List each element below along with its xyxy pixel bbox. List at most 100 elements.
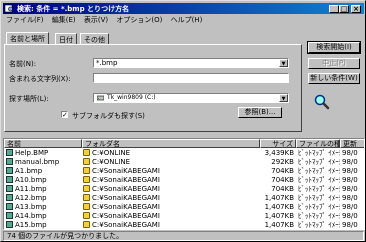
menu-file[interactable]: ファイル(F) xyxy=(3,14,47,25)
file-name: Help.BMP xyxy=(15,149,49,157)
drive-icon xyxy=(97,95,104,101)
cell-folder: C:¥SonaiKABEGAMI xyxy=(83,221,258,229)
subfolder-checkbox[interactable]: ✓ xyxy=(61,111,68,119)
cell-folder: C:¥SonaiKABEGAMI xyxy=(83,212,258,221)
text-label: 含まれる文字列(X): xyxy=(9,75,71,83)
table-row[interactable]: Help.BMP C:¥ONLINE 3,439KB ﾋﾞｯﾄﾏｯﾌﾟ ｲﾒｰｼﾞ98… xyxy=(4,149,364,158)
location-value: Tk_win9809 (C:) xyxy=(107,94,156,101)
cell-date: 98/0 xyxy=(342,167,358,175)
folder-name: C:¥ONLINE xyxy=(92,149,131,157)
cell-size: 704KB xyxy=(271,167,294,175)
name-input[interactable] xyxy=(94,59,290,67)
cell-date: 98/0 xyxy=(342,185,358,193)
bitmap-file-icon xyxy=(6,194,13,201)
menu-edit[interactable]: 編集(E) xyxy=(49,14,79,25)
cell-size: 1,407KB xyxy=(264,194,294,202)
tab-panel: 名前(N): ▼ 含まれる文字列(X): 探す場所(L): Tk_win9809… xyxy=(4,44,302,132)
table-row[interactable]: A13.bmp C:¥SonaiKABEGAMI 1,407KB ﾋﾞｯﾄﾏｯﾌﾟ ｲ… xyxy=(4,203,364,212)
bitmap-file-icon xyxy=(6,185,13,192)
status-bar: 74 個のファイルが見つかりました。 xyxy=(3,231,364,241)
column-header-type[interactable]: ファイルの種類 xyxy=(296,139,340,148)
close-button[interactable]: × xyxy=(351,5,361,13)
cell-type: ﾋﾞｯﾄﾏｯﾌﾟ ｲﾒｰｼﾞ xyxy=(298,149,340,157)
cell-type: ﾋﾞｯﾄﾏｯﾌﾟ ｲﾒｰｼﾞ xyxy=(298,221,340,229)
cell-name: A12.bmp xyxy=(6,194,80,203)
tab-date[interactable]: 日付 xyxy=(55,33,77,44)
table-row[interactable]: A14.bmp C:¥SonaiKABEGAMI 1,407KB ﾋﾞｯﾄﾏｯﾌﾟ ｲ… xyxy=(4,212,364,221)
cell-folder: C:¥SonaiKABEGAMI xyxy=(83,167,258,176)
folder-name: C:¥SonaiKABEGAMI xyxy=(92,203,160,211)
menu-help[interactable]: ヘルプ(H) xyxy=(168,14,206,25)
text-field[interactable] xyxy=(93,73,290,83)
folder-icon xyxy=(83,203,90,210)
window-title: 検索: 条件 = *.bmp とりつけ方名 xyxy=(17,5,130,13)
cell-type: ﾋﾞｯﾄﾏｯﾌﾟ ｲﾒｰｼﾞ xyxy=(298,185,340,193)
cell-size: 292KB xyxy=(271,158,294,166)
cell-name: A11.bmp xyxy=(6,185,80,194)
file-name: A10.bmp xyxy=(15,176,47,184)
folder-name: C:¥ONLINE xyxy=(92,158,131,166)
cell-size: 1,407KB xyxy=(264,203,294,211)
cell-name: A14.bmp xyxy=(6,212,80,221)
table-row[interactable]: A11.bmp C:¥SonaiKABEGAMI 704KB ﾋﾞｯﾄﾏｯﾌﾟ ｲﾒｰ… xyxy=(4,185,364,194)
column-header-folder[interactable]: フォルダ名 xyxy=(82,139,260,148)
minimize-button[interactable]: _ xyxy=(329,5,339,13)
menu-options[interactable]: オプション(O) xyxy=(113,14,165,25)
cell-type: ﾋﾞｯﾄﾏｯﾌﾟ ｲﾒｰｼﾞ xyxy=(298,176,340,184)
menu-bar: ファイル(F) 編集(E) 表示(V) オプション(O) ヘルプ(H) xyxy=(3,14,364,25)
cell-type: ﾋﾞｯﾄﾏｯﾌﾟ ｲﾒｰｼﾞ xyxy=(298,194,340,202)
cell-name: manual.bmp xyxy=(6,158,80,167)
chevron-down-icon[interactable]: ▼ xyxy=(279,94,288,102)
cell-date: 98/0 xyxy=(342,149,358,157)
maximize-button[interactable]: □ xyxy=(339,5,349,13)
folder-icon xyxy=(83,212,90,219)
subfolder-label: サブフォルダも探す(S) xyxy=(72,112,145,120)
file-name: A14.bmp xyxy=(15,212,47,220)
folder-name: C:¥SonaiKABEGAMI xyxy=(92,167,160,175)
table-row[interactable]: A10.bmp C:¥SonaiKABEGAMI 704KB ﾋﾞｯﾄﾏｯﾌﾟ ｲﾒｰ… xyxy=(4,176,364,185)
file-name: A15.bmp xyxy=(15,221,47,229)
cell-type: ﾋﾞｯﾄﾏｯﾌﾟ ｲﾒｰｼﾞ xyxy=(298,158,340,166)
folder-icon xyxy=(83,167,90,174)
table-row[interactable]: A1.bmp C:¥SonaiKABEGAMI 704KB ﾋﾞｯﾄﾏｯﾌﾟ ｲﾒｰｼ… xyxy=(4,167,364,176)
text-input[interactable] xyxy=(94,74,290,82)
cell-type: ﾋﾞｯﾄﾏｯﾌﾟ ｲﾒｰｼﾞ xyxy=(298,203,340,211)
folder-icon xyxy=(83,176,90,183)
new-search-button[interactable]: 新しい条件(W) xyxy=(308,73,360,84)
file-name: manual.bmp xyxy=(15,158,60,166)
cell-date: 98/0 xyxy=(342,203,358,211)
bitmap-file-icon xyxy=(6,212,13,219)
cell-size: 704KB xyxy=(271,176,294,184)
folder-name: C:¥SonaiKABEGAMI xyxy=(92,176,160,184)
location-combobox[interactable]: Tk_win9809 (C:) ▼ xyxy=(93,93,289,103)
title-bar[interactable]: 検索: 条件 = *.bmp とりつけ方名 _ □ × xyxy=(3,3,364,14)
column-header-date[interactable]: 更新 xyxy=(340,139,364,148)
cell-date: 98/0 xyxy=(342,212,358,220)
cell-folder: C:¥ONLINE xyxy=(83,149,258,158)
cell-size: 3,439KB xyxy=(264,149,294,157)
magnifier-icon xyxy=(314,94,330,110)
results-list[interactable]: 名前 フォルダ名 サイズ ファイルの種類 更新 Help.BMP C:¥ONLIN… xyxy=(3,138,365,230)
stop-button[interactable]: 中止(P) xyxy=(308,58,360,69)
tab-other[interactable]: その他 xyxy=(80,33,109,44)
table-row[interactable]: manual.bmp C:¥ONLINE 292KB ﾋﾞｯﾄﾏｯﾌﾟ ｲﾒｰｼﾞ98… xyxy=(4,158,364,167)
find-window: 検索: 条件 = *.bmp とりつけ方名 _ □ × ファイル(F) 編集(E… xyxy=(0,0,366,242)
bitmap-file-icon xyxy=(6,158,13,165)
menu-view[interactable]: 表示(V) xyxy=(81,14,111,25)
find-now-button[interactable]: 検索開始(I) xyxy=(307,41,361,54)
column-header-size[interactable]: サイズ xyxy=(260,139,296,148)
column-header-name[interactable]: 名前 xyxy=(4,139,82,148)
cell-name: A13.bmp xyxy=(6,203,80,212)
chevron-down-icon[interactable]: ▼ xyxy=(279,59,288,67)
browse-button[interactable]: 参照(B)... xyxy=(238,107,282,118)
folder-icon xyxy=(83,185,90,192)
table-row[interactable]: A15.bmp C:¥SonaiKABEGAMI 1,407KB ﾋﾞｯﾄﾏｯﾌﾟ ｲ… xyxy=(4,221,364,229)
cell-folder: C:¥SonaiKABEGAMI xyxy=(83,185,258,194)
status-text: 74 個のファイルが見つかりました。 xyxy=(7,232,124,240)
cell-folder: C:¥SonaiKABEGAMI xyxy=(83,194,258,203)
tab-name-location[interactable]: 名前と場所 xyxy=(6,32,49,44)
bitmap-file-icon xyxy=(6,221,13,228)
table-row[interactable]: A12.bmp C:¥SonaiKABEGAMI 1,407KB ﾋﾞｯﾄﾏｯﾌﾟ ｲ… xyxy=(4,194,364,203)
location-label: 探す場所(L): xyxy=(9,95,49,103)
name-combobox[interactable]: ▼ xyxy=(93,58,290,68)
